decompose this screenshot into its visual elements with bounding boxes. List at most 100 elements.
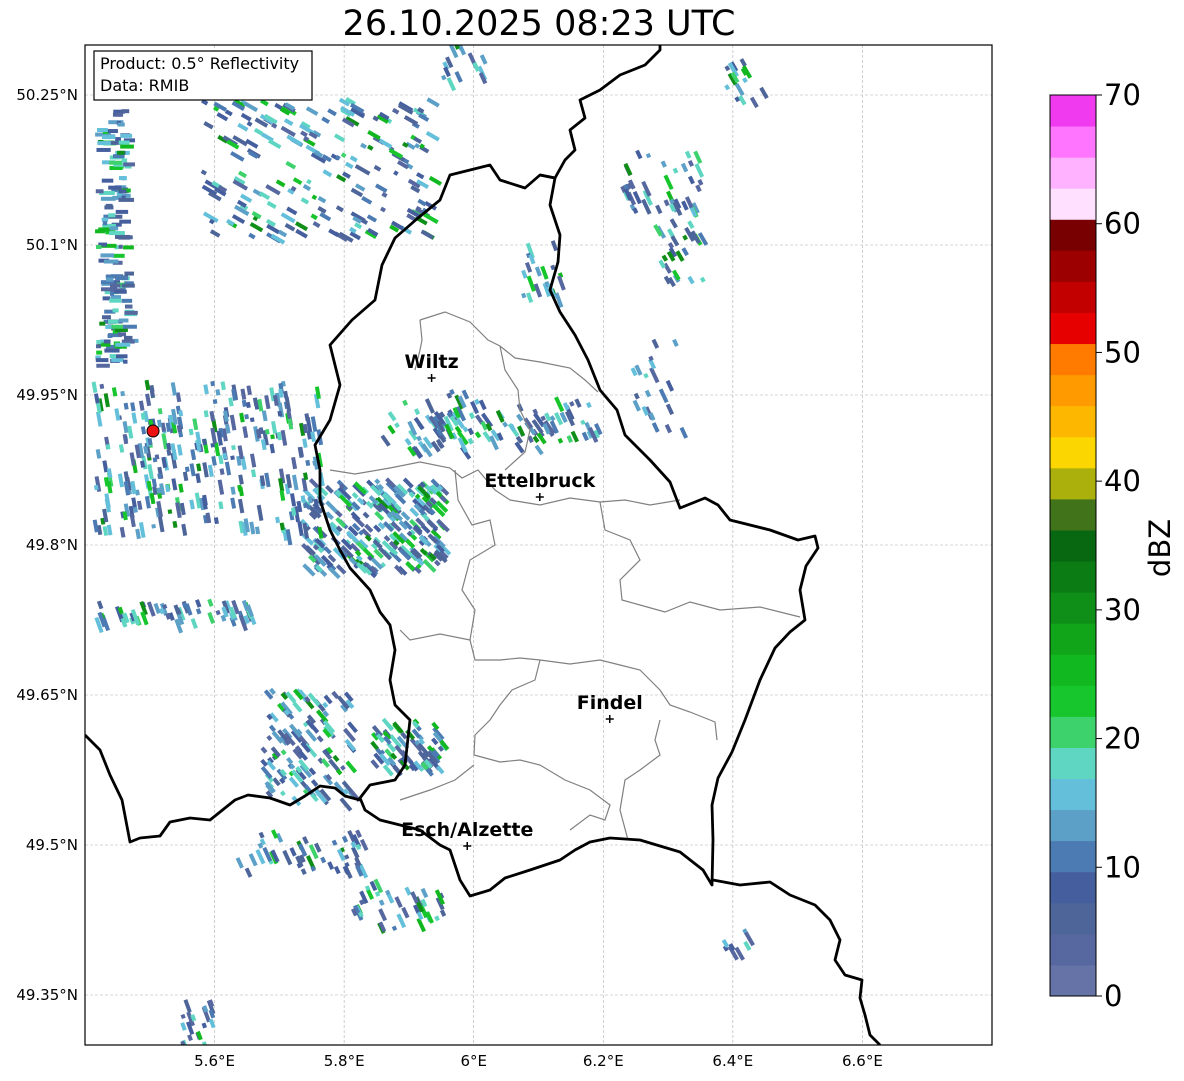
echo-pixel xyxy=(124,304,133,309)
echo-pixel xyxy=(210,380,216,387)
echo-pixel xyxy=(123,245,134,250)
echo-pixel xyxy=(123,162,135,167)
colorbar-segment xyxy=(1050,561,1096,593)
echo-pixel xyxy=(117,332,127,337)
echo-pixel xyxy=(93,484,99,491)
echo-pixel xyxy=(104,348,120,353)
echo-pixel xyxy=(118,318,129,323)
echo-pixel xyxy=(118,244,123,249)
echo-pixel xyxy=(108,213,116,218)
echo-pixel xyxy=(123,335,133,340)
echo-pixel xyxy=(249,417,255,423)
colorbar-tick-label: 10 xyxy=(1104,850,1141,884)
echo-pixel xyxy=(270,434,275,440)
colorbar-tick-labels: 0 10 20 30 40 50 60 70 xyxy=(1096,78,1141,1013)
echo-pixel xyxy=(115,342,131,347)
colorbar-tick-label: 20 xyxy=(1104,722,1141,756)
echo-pixel xyxy=(120,133,133,138)
colorbar-segment xyxy=(1050,654,1096,686)
echo-pixel xyxy=(100,287,115,292)
city-label: Wiltz xyxy=(405,351,459,373)
colorbar-segment xyxy=(1050,374,1096,407)
echo-pixel xyxy=(118,140,130,145)
echo-pixel xyxy=(96,363,110,368)
echo-pixel xyxy=(99,383,105,390)
colorbar-segment xyxy=(1050,467,1096,500)
echo-pixel xyxy=(96,128,108,133)
colorbar-segment xyxy=(1050,157,1096,189)
echo-pixel xyxy=(115,209,129,214)
lat-tick-label: 49.8°N xyxy=(26,536,78,554)
lon-tick-label: 6°E xyxy=(460,1052,487,1070)
echo-pixel xyxy=(124,271,134,276)
echo-pixel xyxy=(109,231,125,236)
echo-pixel xyxy=(102,221,108,226)
lat-tick-label: 49.5°N xyxy=(26,836,78,854)
echo-pixel xyxy=(107,129,118,134)
echo-pixel xyxy=(113,154,125,159)
echo-pixel xyxy=(117,150,125,155)
echo-pixel xyxy=(104,205,114,210)
echo-pixel xyxy=(103,339,111,344)
product-info-box: Product: 0.5° Reflectivity Data: RMIB xyxy=(93,50,313,101)
colorbar-segment xyxy=(1050,902,1096,935)
echo-pixel xyxy=(212,399,218,405)
echo-pixel xyxy=(115,276,129,281)
echo-pixel xyxy=(123,359,128,364)
city-label: Findel xyxy=(577,692,643,714)
lat-tick-label: 49.65°N xyxy=(16,686,78,704)
echo-pixel xyxy=(101,135,116,140)
echo-pixel xyxy=(105,444,111,450)
longitude-tick-labels: 5.6°E 5.8°E 6°E 6.2°E 6.4°E 6.6°E xyxy=(194,1052,883,1070)
echo-pixel xyxy=(115,137,121,142)
colorbar-tick-label: 60 xyxy=(1104,207,1141,241)
echo-pixel xyxy=(107,319,119,324)
echo-pixel xyxy=(120,144,134,149)
echo-pixel xyxy=(100,196,116,201)
echo-pixel xyxy=(100,253,115,258)
echo-pixel xyxy=(118,189,127,194)
colorbar-segment xyxy=(1050,840,1096,873)
colorbar-segment xyxy=(1050,529,1096,562)
echo-pixel xyxy=(109,354,117,359)
echo-pixel xyxy=(98,227,110,232)
echo-pixel xyxy=(121,109,130,114)
latitude-tick-labels: 50.25°N 50.1°N 49.95°N 49.8°N 49.65°N 49.5°N 4… xyxy=(16,86,78,1004)
echo-pixel xyxy=(118,197,135,202)
colorbar-segment xyxy=(1050,623,1096,655)
echo-pixel xyxy=(114,289,127,294)
echo-pixel xyxy=(105,324,112,329)
echo-pixel xyxy=(167,509,173,515)
colorbar-segment xyxy=(1050,871,1096,904)
echo-pixel xyxy=(151,523,156,529)
echo-pixel xyxy=(96,147,111,152)
echo-pixel xyxy=(121,283,135,288)
echo-pixel xyxy=(110,283,121,288)
echo-pixel xyxy=(109,226,119,231)
colorbar-tick-label: 0 xyxy=(1104,979,1122,1013)
echo-pixel xyxy=(106,277,114,282)
echo-pixel xyxy=(96,339,102,344)
city-label: Esch/Alzette xyxy=(401,819,533,841)
echo-pixel xyxy=(95,245,102,250)
colorbar-segment xyxy=(1050,126,1096,158)
product-line: Product: 0.5° Reflectivity xyxy=(100,54,299,73)
data-source-line: Data: RMIB xyxy=(100,76,189,95)
echo-pixel xyxy=(231,444,236,451)
echo-pixel xyxy=(112,253,125,258)
echo-pixel xyxy=(102,296,111,301)
colorbar: 0 10 20 30 40 50 60 70 dBZ xyxy=(1049,78,1177,1013)
echo-pixel xyxy=(102,315,111,320)
lon-tick-label: 6.4°E xyxy=(712,1052,753,1070)
colorbar-tick-label: 30 xyxy=(1104,593,1141,627)
echo-pixel xyxy=(109,160,122,165)
colorbar-segment xyxy=(1050,312,1096,345)
colorbar-segment xyxy=(1050,436,1096,469)
colorbar-segment xyxy=(1050,964,1096,997)
colorbar-segment xyxy=(1050,343,1096,376)
lat-tick-label: 50.1°N xyxy=(26,236,78,254)
colorbar-segment xyxy=(1050,592,1096,624)
echo-pixel xyxy=(96,344,101,349)
city-label: Ettelbruck xyxy=(484,470,595,492)
echo-pixel xyxy=(244,414,249,420)
